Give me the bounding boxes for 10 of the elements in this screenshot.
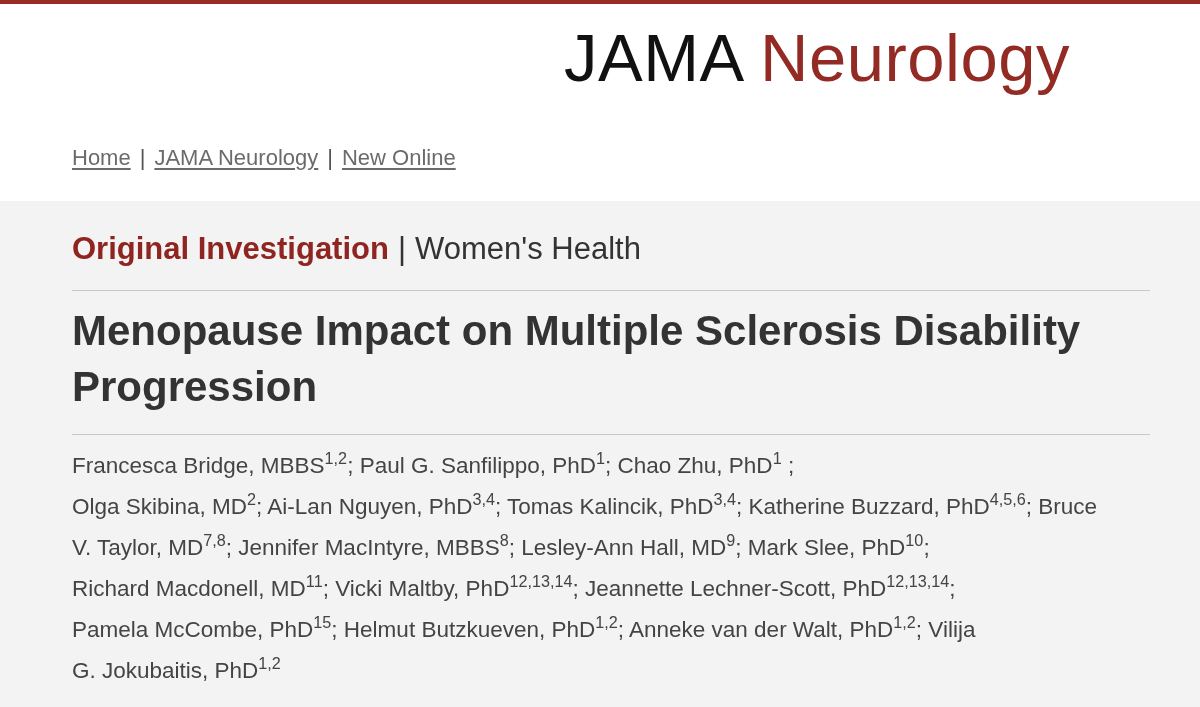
separator: | <box>397 230 406 267</box>
author-list: Francesca Bridge, MBBS$^{1,2}$; Paul G. Sanfilippo, PhD$^{1}$; Chao Zhu, PhD$^{1}$ ; Olga Skibina, MD$^{2}$; Ai-Lan Nguyen, PhD$^{3,4}$; Tomas Kalincik, PhD$^{3,4}$; Katherine Buzzard, PhD$^{4,5,6}$; Bruce V. Taylor, MD$^{7,8}$; Jennifer MacIntyre, MBBS$^{8}$; Lesley-Ann Hall, MD$^{9}$; Mark Slee, PhD$^{10}$; Richard Macdonell, MD$^{11}$; Vicki Maltby, PhD$^{12,13,14}$; Jeannette Lechner-Scott, PhD$^{12,13,14}$; Pamela McCombe, PhD$^{15}$; Helmut Butzkueven, PhD$^{1,2}$; Anneke van der Walt, PhD$^{1,2}$; Vilija G. Jokubaitis, PhD$^{1,2}$ <box>72 445 1150 691</box>
article-type-label: Original Investigation <box>72 230 389 267</box>
breadcrumb-separator: | <box>327 144 333 172</box>
article-title: Menopause Impact on Multiple Sclerosis Disability Progression <box>72 306 1082 412</box>
subject-category: Women's Health <box>415 230 641 267</box>
breadcrumb-link[interactable]: JAMA Neurology <box>154 141 319 174</box>
breadcrumb-link[interactable]: New Online <box>342 141 456 174</box>
breadcrumb-separator: | <box>139 144 146 172</box>
breadcrumb-link[interactable]: Home <box>72 141 131 174</box>
